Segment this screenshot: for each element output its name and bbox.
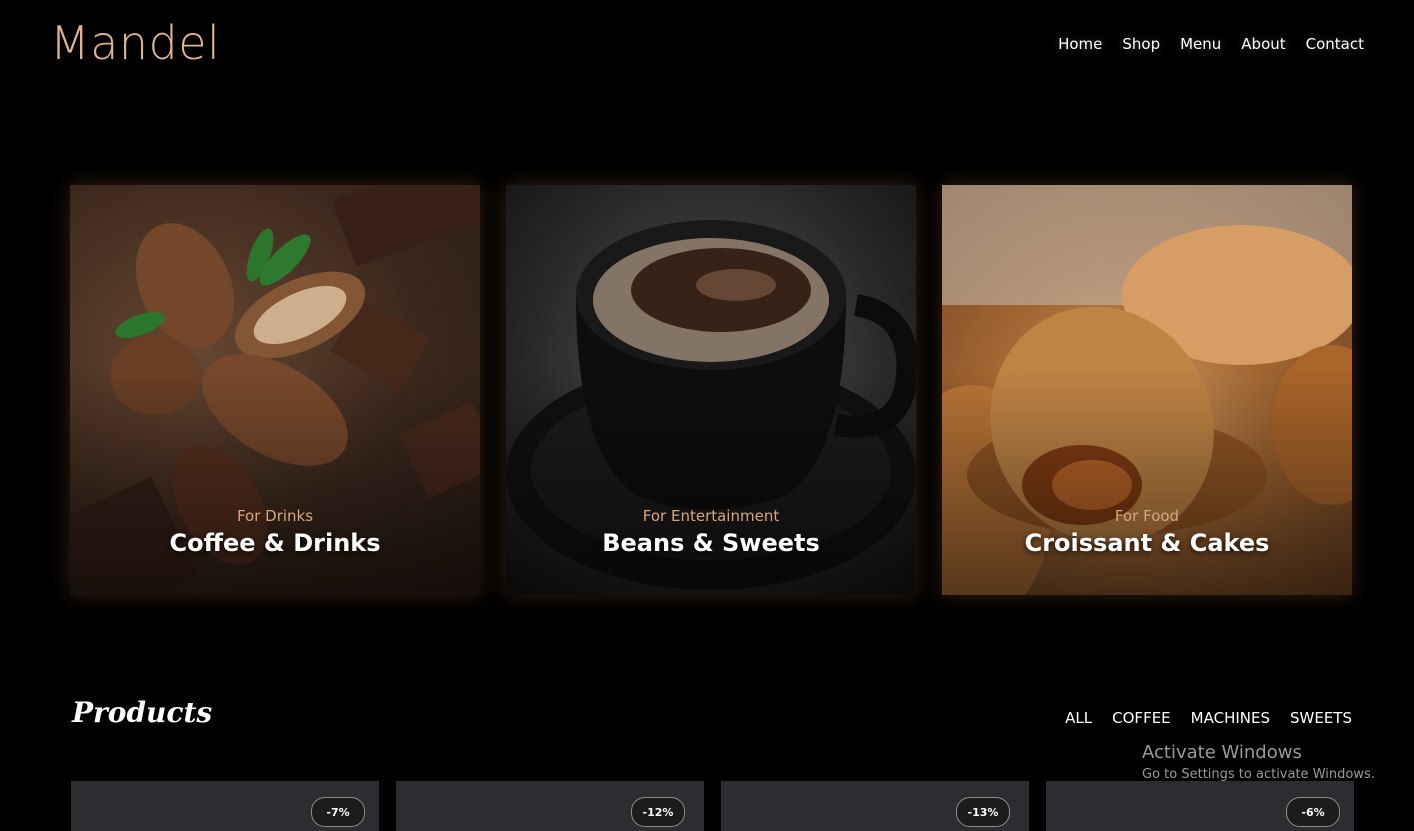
card-title[interactable]: Croissant & Cakes	[942, 529, 1352, 557]
windows-activation-watermark: Activate Windows Go to Settings to activ…	[1142, 742, 1375, 782]
product-card[interactable]: -12%	[396, 781, 704, 831]
product-grid: -7% -12% -13% -6%	[71, 781, 1354, 831]
filter-all[interactable]: ALL	[1065, 709, 1092, 727]
brand-logo[interactable]: Mandel	[50, 16, 220, 70]
nav-shop[interactable]: Shop	[1122, 35, 1160, 53]
product-filters: ALL COFFEE MACHINES SWEETS	[1065, 709, 1352, 727]
filter-coffee[interactable]: COFFEE	[1112, 709, 1171, 727]
discount-badge: -12%	[631, 797, 685, 827]
card-title[interactable]: Beans & Sweets	[506, 529, 916, 557]
category-card-beans[interactable]: For Entertainment Beans & Sweets	[506, 185, 916, 595]
product-card[interactable]: -6%	[1046, 781, 1354, 831]
category-card-coffee[interactable]: For Drinks Coffee & Drinks	[70, 185, 480, 595]
card-subtitle: For Food	[1114, 507, 1180, 525]
nav-about[interactable]: About	[1241, 35, 1285, 53]
category-cards: For Drinks Coffee & Drinks For Entertain…	[70, 185, 1352, 595]
product-card[interactable]: -13%	[721, 781, 1029, 831]
category-card-croissant[interactable]: For Food Croissant & Cakes	[942, 185, 1352, 595]
nav-menu[interactable]: Menu	[1180, 35, 1221, 53]
filter-machines[interactable]: MACHINES	[1191, 709, 1270, 727]
products-heading: Products	[72, 696, 213, 729]
filter-sweets[interactable]: SWEETS	[1290, 709, 1352, 727]
nav-contact[interactable]: Contact	[1306, 35, 1364, 53]
discount-badge: -13%	[956, 797, 1010, 827]
discount-badge: -6%	[1286, 797, 1340, 827]
main-nav: Home Shop Menu About Contact	[1058, 35, 1364, 53]
nav-home[interactable]: Home	[1058, 35, 1102, 53]
card-subtitle: For Entertainment	[642, 507, 780, 525]
watermark-title: Activate Windows	[1142, 742, 1302, 763]
watermark-subtitle: Go to Settings to activate Windows.	[1142, 767, 1375, 782]
card-subtitle: For Drinks	[236, 507, 314, 525]
card-title[interactable]: Coffee & Drinks	[70, 529, 480, 557]
product-card[interactable]: -7%	[71, 781, 379, 831]
discount-badge: -7%	[311, 797, 365, 827]
